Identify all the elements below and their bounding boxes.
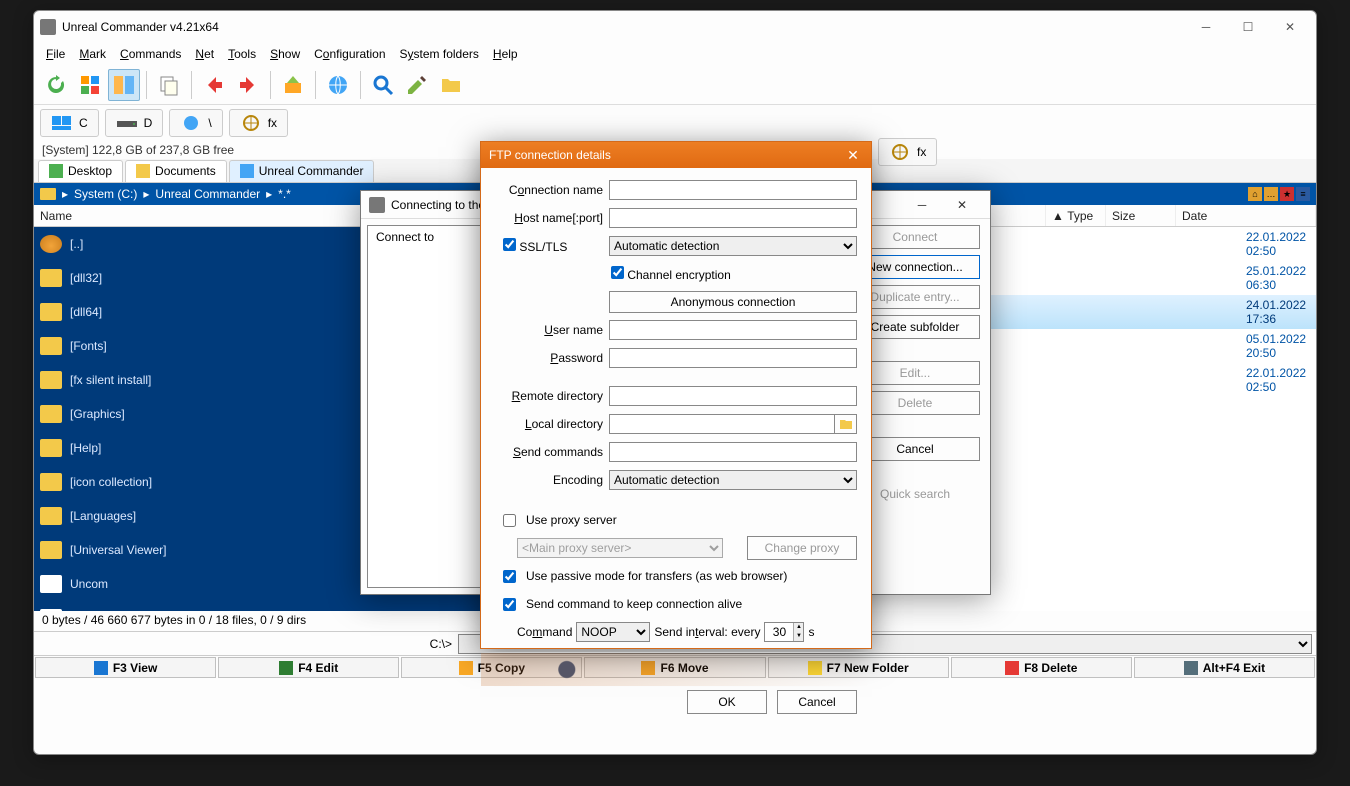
path-extra-icon[interactable]: … [1264, 187, 1278, 201]
fkey-icon [94, 661, 108, 675]
folder-icon [40, 371, 62, 389]
change-proxy-button[interactable]: Change proxy [747, 536, 857, 560]
window-close[interactable]: ✕ [1270, 13, 1310, 41]
folder-icon [40, 405, 62, 423]
tab-unreal-commander[interactable]: Unreal Commander [229, 160, 375, 182]
up-icon [40, 235, 62, 253]
menu-system-folders[interactable]: System folders [394, 45, 485, 63]
folder-icon [40, 188, 56, 200]
app-icon [369, 197, 385, 213]
path-extra-icon[interactable]: ⌂ [1248, 187, 1262, 201]
folder-icon [40, 337, 62, 355]
fkey-f3[interactable]: F3 View [35, 657, 216, 678]
password-input[interactable] [609, 348, 857, 368]
connection-name-input[interactable] [609, 180, 857, 200]
interval-spinner[interactable]: ▲▼ [764, 622, 804, 642]
connect-title: Connecting to the [391, 198, 485, 212]
fkey-icon [1184, 661, 1198, 675]
command-prompt: C:\> [38, 637, 458, 651]
drive-fx1[interactable]: fx [229, 109, 288, 137]
anonymous-button[interactable]: Anonymous connection [609, 291, 857, 313]
drive-network-left[interactable]: \ [169, 109, 222, 137]
ftp-decoration [481, 652, 871, 686]
menu-net[interactable]: Net [189, 45, 220, 63]
path-list-icon[interactable]: ≡ [1296, 187, 1310, 201]
titlebar: Unreal Commander v4.21x64 ─ ☐ ✕ [34, 11, 1316, 43]
ftp-cancel-button[interactable]: Cancel [777, 690, 857, 714]
ssl-checkbox[interactable] [503, 238, 516, 251]
main-toolbar [34, 65, 1316, 105]
view-split-icon[interactable] [108, 69, 140, 101]
folder-icon [40, 439, 62, 457]
fkey-f4[interactable]: F4 Edit [218, 657, 399, 678]
menu-show[interactable]: Show [264, 45, 306, 63]
host-input[interactable] [609, 208, 857, 228]
remote-dir-input[interactable] [609, 386, 857, 406]
window-maximize[interactable]: ☐ [1228, 13, 1268, 41]
drive-fx2[interactable]: fx [878, 138, 937, 166]
red-left-icon[interactable] [198, 69, 230, 101]
menu-help[interactable]: Help [487, 45, 524, 63]
copy-icon[interactable] [153, 69, 185, 101]
proxy-select: <Main proxy server> [517, 538, 723, 558]
globe-icon[interactable] [322, 69, 354, 101]
folder-open-icon[interactable] [435, 69, 467, 101]
fkey-icon [1005, 661, 1019, 675]
menu-file[interactable]: File [40, 45, 71, 63]
ftp-ok-button[interactable]: OK [687, 690, 767, 714]
ssl-detection-select[interactable]: Automatic detection [609, 236, 857, 256]
search-icon[interactable] [367, 69, 399, 101]
browse-folder-icon[interactable] [835, 414, 857, 434]
ftp-title: FTP connection details [489, 148, 611, 162]
menu-commands[interactable]: Commands [114, 45, 187, 63]
red-right-icon[interactable] [232, 69, 264, 101]
fkey-alt-f4[interactable]: Alt+F4 Exit [1134, 657, 1315, 678]
edit-icon[interactable] [401, 69, 433, 101]
local-dir-input[interactable] [609, 414, 835, 434]
ftp-dialog: FTP connection details ✕ Connection name… [480, 141, 872, 649]
ftp-titlebar: FTP connection details ✕ [481, 142, 871, 168]
channel-encryption-checkbox[interactable] [611, 266, 624, 279]
app-title: Unreal Commander v4.21x64 [62, 20, 1186, 34]
window-minimize[interactable]: ─ [1186, 13, 1226, 41]
path-star-icon[interactable]: ★ [1280, 187, 1294, 201]
send-commands-input[interactable] [609, 442, 857, 462]
keepalive-checkbox[interactable] [503, 598, 516, 611]
folder-icon [40, 269, 62, 287]
menu-mark[interactable]: Mark [73, 45, 112, 63]
app-icon [40, 19, 56, 35]
fkey-icon [279, 661, 293, 675]
tab-documents[interactable]: Documents [125, 160, 227, 182]
keepalive-command-select[interactable]: NOOP [576, 622, 650, 642]
ftp-close[interactable]: ✕ [843, 147, 863, 164]
drive-d[interactable]: D [105, 109, 164, 137]
file-icon [40, 609, 62, 611]
proxy-checkbox[interactable] [503, 514, 516, 527]
folder-icon [40, 507, 62, 525]
fkey-f8[interactable]: F8 Delete [951, 657, 1132, 678]
drive-c[interactable]: C [40, 109, 99, 137]
drive-bar: C D \ fx x [34, 105, 1316, 141]
folder-icon [40, 541, 62, 559]
file-icon [40, 575, 62, 593]
fkey-icon [459, 661, 473, 675]
view-tiles-icon[interactable] [74, 69, 106, 101]
encoding-select[interactable]: Automatic detection [609, 470, 857, 490]
archive-icon[interactable] [277, 69, 309, 101]
passive-checkbox[interactable] [503, 570, 516, 583]
refresh-icon[interactable] [40, 69, 72, 101]
menu-tools[interactable]: Tools [222, 45, 262, 63]
tab-desktop[interactable]: Desktop [38, 160, 123, 182]
username-input[interactable] [609, 320, 857, 340]
menu-bar: File Mark Commands Net Tools Show Config… [34, 43, 1316, 65]
menu-configuration[interactable]: Configuration [308, 45, 391, 63]
folder-icon [40, 303, 62, 321]
connect-close[interactable]: ✕ [942, 193, 982, 217]
folder-icon [40, 473, 62, 491]
connect-minimize[interactable]: ─ [902, 193, 942, 217]
